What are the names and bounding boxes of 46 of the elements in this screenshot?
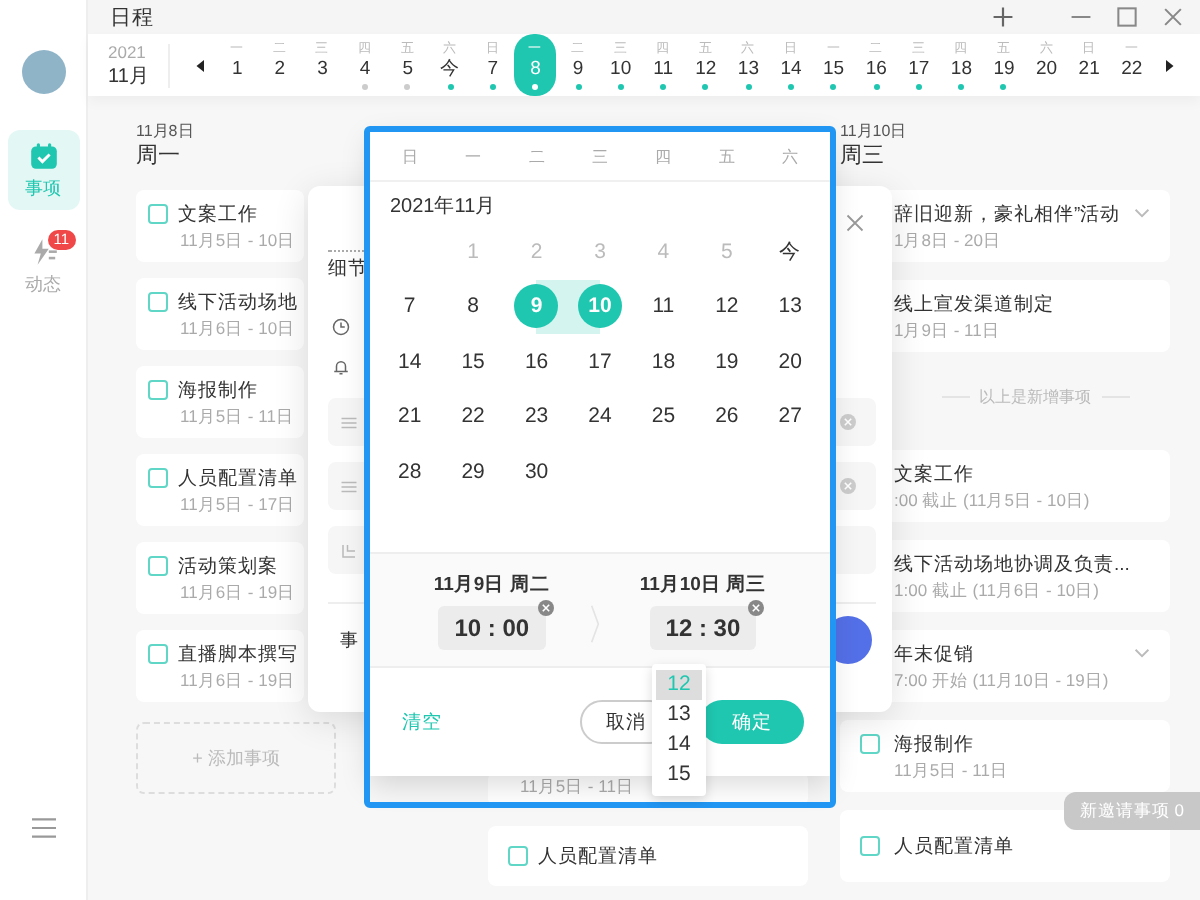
task-dates: 1月9日 - 11日	[894, 317, 1002, 341]
task-title: 文案工作	[178, 201, 258, 227]
task-dates: 11月6日 - 10日	[178, 315, 298, 339]
task-title: 线上宣发渠道制定	[894, 291, 1054, 317]
footer-label: 事	[338, 627, 358, 653]
task-dates: 1月8日 - 20日	[894, 227, 1003, 251]
year-label: 2021	[108, 41, 148, 61]
section-heading: 细节	[328, 250, 368, 282]
task-title: 人员配置清单	[894, 833, 1014, 859]
task-dates: 11月5日 - 17日	[178, 491, 298, 515]
task-title: 直播脚本撰写	[178, 641, 298, 667]
task-title: 海报制作	[178, 377, 258, 403]
task-dates: 11月5日 - 11日	[518, 776, 636, 798]
column-date: 11月10日	[840, 120, 909, 142]
task-dates: 1:00 截止 (11月6日 - 10日)	[894, 577, 1101, 601]
column-date: 11月8日	[136, 120, 196, 142]
task-title: 线下活动场地协调及负责...	[894, 551, 1130, 577]
column-weekday: 周一	[136, 142, 182, 170]
task-dates: :00 截止 (11月5日 - 10日)	[894, 487, 1092, 511]
month-title: 2021年11月	[388, 194, 498, 222]
month-label: 11月	[108, 63, 151, 89]
task-dates: 11月5日 - 11日	[894, 757, 1010, 781]
weekday-label: 四	[653, 145, 674, 167]
task-title: 文案工作	[894, 461, 974, 487]
task-dates: 11月6日 - 19日	[178, 667, 298, 691]
column-weekday: 周三	[840, 142, 886, 170]
weekday-label: 三	[589, 145, 610, 167]
weekday-label: 日	[399, 145, 420, 167]
task-title: 活动策划案	[178, 553, 278, 579]
task-title: 年末促销	[894, 641, 974, 667]
task-dates: 11月5日 - 10日	[178, 227, 298, 251]
task-dates: 11月5日 - 11日	[178, 403, 296, 427]
weekday-label: 二	[526, 145, 547, 167]
window-title: 日程	[110, 3, 154, 31]
task-title: 人员配置清单	[178, 465, 298, 491]
weekday-label: 五	[716, 145, 737, 167]
task-title: 线下活动场地	[178, 289, 298, 315]
task-title: 海报制作	[894, 731, 974, 757]
task-dates: 11月6日 - 19日	[178, 579, 298, 603]
task-title: 辞旧迎新，豪礼相伴”活动	[894, 201, 1121, 227]
start-date-label: 11月9日 周二	[433, 571, 550, 597]
weekday-label: 六	[780, 145, 801, 167]
weekday-label: 一	[463, 145, 484, 167]
task-title: 人员配置清单	[538, 843, 658, 869]
end-date-label: 11月10日 周三	[639, 571, 767, 597]
task-dates: 7:00 开始 (11月10日 - 19日)	[894, 667, 1111, 691]
